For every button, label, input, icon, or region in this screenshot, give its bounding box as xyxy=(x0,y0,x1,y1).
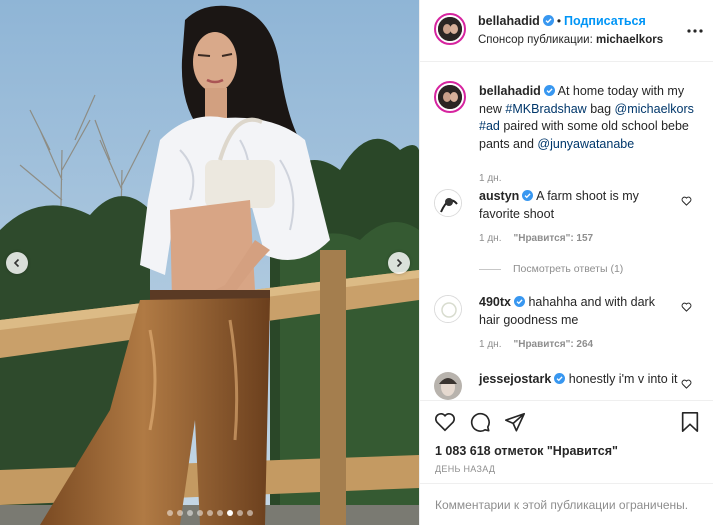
author-line: bellahadid • Подписаться xyxy=(478,14,646,28)
post-image xyxy=(0,0,419,525)
heart-icon xyxy=(681,379,692,389)
save-button[interactable] xyxy=(680,411,700,436)
comment-icon xyxy=(470,412,490,432)
verified-icon xyxy=(513,296,525,307)
separator-dot: • xyxy=(556,14,562,28)
post-photo[interactable] xyxy=(0,0,419,525)
commenter-avatar[interactable] xyxy=(434,372,462,400)
carousel-prev-button[interactable] xyxy=(6,252,28,274)
comment-body: honestly i'm v into it xyxy=(568,372,678,386)
commenter-avatar[interactable] xyxy=(434,295,462,323)
share-button[interactable] xyxy=(504,411,526,436)
replies-divider xyxy=(479,268,501,270)
comments-disabled-notice: Комментарии к этой публикации ограничены… xyxy=(435,498,689,512)
carousel-dot xyxy=(226,510,233,516)
comment-button[interactable] xyxy=(469,411,491,436)
carousel-dot xyxy=(236,510,243,516)
comment-time[interactable]: 1 дн. xyxy=(479,233,501,244)
follow-button[interactable]: Подписаться xyxy=(564,14,646,28)
caption-username[interactable]: bellahadid xyxy=(479,84,541,98)
commenter-avatar[interactable] xyxy=(434,189,462,217)
like-comment-button[interactable] xyxy=(681,301,692,315)
sponsor-line: Спонсор публикации: michaelkors xyxy=(478,34,663,46)
comment-meta: 1 дн. "Нравится": 264 xyxy=(479,339,593,350)
heart-icon xyxy=(434,413,456,432)
likes-count[interactable]: 1 083 618 отметок "Нравится" xyxy=(435,444,618,458)
carousel-dot xyxy=(246,510,253,516)
verified-icon xyxy=(542,15,554,26)
like-comment-button[interactable] xyxy=(681,378,692,392)
sponsor-prefix: Спонсор публикации: xyxy=(478,34,593,46)
verified-icon xyxy=(554,373,566,384)
hashtag-link[interactable]: #MKBradshaw xyxy=(505,102,586,116)
carousel-dot xyxy=(166,510,173,516)
comment-text: austyn A farm shoot is my favorite shoot xyxy=(479,188,679,223)
like-button[interactable] xyxy=(434,411,456,436)
like-comment-button[interactable] xyxy=(681,195,692,209)
comment-text: 490tx hahahha and with dark hair goodnes… xyxy=(479,294,679,329)
carousel-dot xyxy=(186,510,193,516)
view-replies-button[interactable]: Посмотреть ответы (1) xyxy=(479,263,623,275)
commenter-username[interactable]: 490tx xyxy=(479,295,511,309)
chevron-left-icon xyxy=(13,258,20,268)
ad-hashtag-link[interactable]: #ad xyxy=(479,119,500,133)
comments-list[interactable]: bellahadid At home today with my new #MK… xyxy=(420,63,713,400)
caption-time[interactable]: 1 дн. xyxy=(479,173,501,184)
brand-mention-link[interactable]: @michaelkors xyxy=(615,102,694,116)
comment-likes[interactable]: "Нравится": 157 xyxy=(513,233,593,244)
caption-text: bellahadid At home today with my new #MK… xyxy=(479,83,694,153)
post-header: bellahadid • Подписаться Спонсор публикаци… xyxy=(420,0,713,62)
view-replies-label: Посмотреть ответы (1) xyxy=(513,263,624,275)
heart-icon xyxy=(681,196,692,206)
more-options-button[interactable] xyxy=(687,20,703,38)
share-icon xyxy=(505,412,525,432)
comment-time[interactable]: 1 дн. xyxy=(479,339,501,350)
sponsor-name[interactable]: michaelkors xyxy=(596,34,663,46)
post-side-panel: bellahadid • Подписаться Спонсор публикаци… xyxy=(419,0,713,525)
commenter-username[interactable]: jessejostark xyxy=(479,372,551,386)
carousel-dot xyxy=(216,510,223,516)
comment-meta: 1 дн. "Нравится": 157 xyxy=(479,233,593,244)
verified-icon xyxy=(522,190,534,201)
comment-text: jessejostark honestly i'm v into it xyxy=(479,371,679,389)
author-username[interactable]: bellahadid xyxy=(478,14,540,28)
carousel-dot xyxy=(206,510,213,516)
comments-footer: Комментарии к этой публикации ограничены… xyxy=(420,483,713,525)
author-avatar[interactable] xyxy=(434,13,466,45)
carousel-next-button[interactable] xyxy=(388,252,410,274)
caption-avatar[interactable] xyxy=(434,81,466,113)
caption-text-2: bag xyxy=(590,101,612,116)
more-options-icon xyxy=(687,29,703,33)
post-actions: 1 083 618 отметок "Нравится" ДЕНЬ НАЗАД xyxy=(420,400,713,492)
commenter-username[interactable]: austyn xyxy=(479,189,519,203)
post-date[interactable]: ДЕНЬ НАЗАД xyxy=(435,464,495,474)
carousel-dot xyxy=(176,510,183,516)
carousel-indicator xyxy=(0,510,419,516)
verified-icon xyxy=(543,85,555,96)
carousel-dot xyxy=(196,510,203,516)
bookmark-icon xyxy=(681,412,699,432)
user-mention-link[interactable]: @junyawatanabe xyxy=(537,137,634,151)
heart-icon xyxy=(681,302,692,312)
chevron-right-icon xyxy=(396,258,403,268)
comment-likes[interactable]: "Нравится": 264 xyxy=(513,339,593,350)
